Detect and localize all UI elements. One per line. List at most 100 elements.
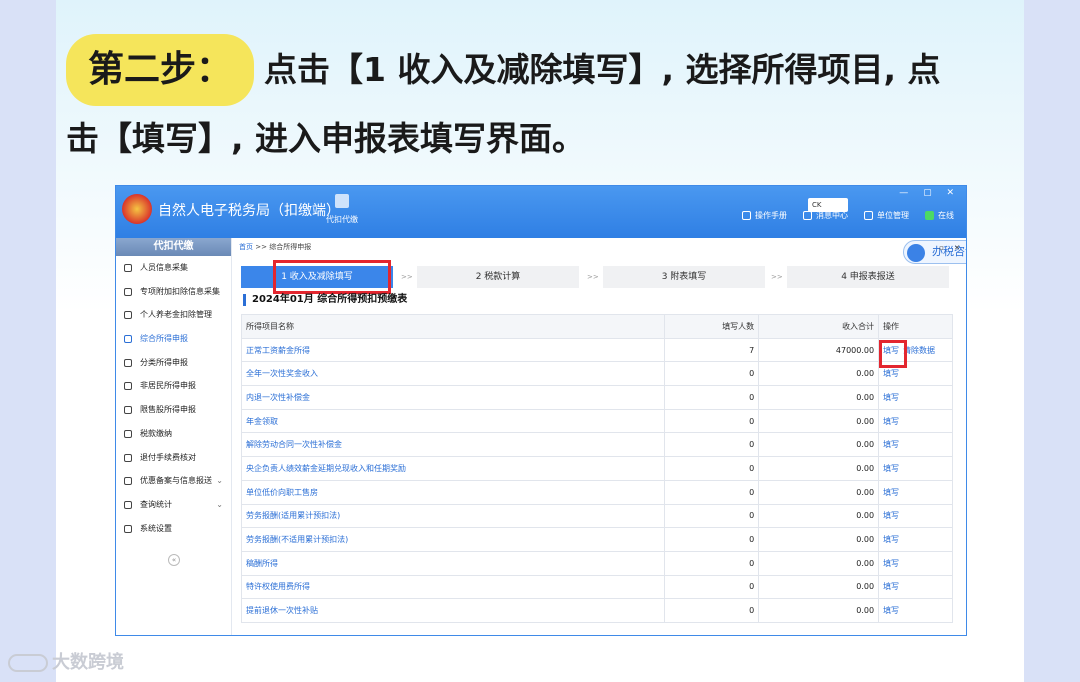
filled-count: 0 — [664, 456, 760, 481]
sidebar: 代扣代缴 人员信息采集 专项附加扣除信息采集 个人养老金扣除管理 综合所得申报 … — [116, 238, 232, 635]
fill-button[interactable]: 填写 — [883, 488, 899, 497]
table-row: 央企负责人绩效薪金延期兑现收入和任期奖励 0 0.00 填写 — [240, 456, 953, 481]
table-row: 劳务报酬(适用累计预扣法) 0 0.00 填写 — [240, 503, 953, 529]
filled-count: 0 — [664, 361, 760, 387]
manual-icon — [742, 211, 751, 220]
grid-icon — [124, 287, 132, 296]
sidebar-item-comprehensive[interactable]: 综合所得申报 — [116, 327, 231, 351]
sidebar-item-query[interactable]: 查询统计 ⌄ — [116, 493, 231, 517]
income-item-name[interactable]: 内退一次性补偿金 — [240, 385, 666, 410]
search-icon — [124, 500, 132, 509]
income-item-name[interactable]: 解除劳动合同一次性补偿金 — [240, 432, 666, 458]
income-item-name[interactable]: 稿酬所得 — [240, 550, 666, 576]
income-total: 0.00 — [758, 432, 880, 458]
sidebar-item-refund[interactable]: 退付手续费核对 — [116, 446, 231, 470]
fill-button[interactable]: 填写 — [883, 535, 899, 544]
folder-icon — [124, 429, 132, 438]
highlight-fill-button — [879, 340, 907, 368]
main-panel: 首页 >> 综合所得申报 办税咨询 ▫ ✕ 1 收入及减除填写 >> 2 税款计… — [233, 238, 966, 635]
mail-icon — [803, 211, 812, 220]
sidebar-item-settings[interactable]: 系统设置 — [116, 517, 231, 541]
proxy-label: 代扣代缴 — [326, 215, 358, 224]
sidebar-item-nonresident[interactable]: 非居民所得申报 — [116, 374, 231, 398]
income-item-name[interactable]: 提前退休一次性补贴 — [240, 598, 666, 623]
ops-cell: 填写 — [878, 503, 953, 529]
sidebar-item-person-info[interactable]: 人员信息采集 — [116, 256, 231, 280]
fill-button[interactable]: 填写 — [883, 511, 899, 520]
tax-app-window: 自然人电子税务局（扣缴端） 代扣代缴 CK — ▢ ✕ 操作手册 消息中心 单位… — [115, 185, 967, 636]
col-ops: 操作 — [878, 314, 953, 339]
ops-cell: 填写 — [878, 574, 953, 600]
window-controls[interactable]: — ▢ ✕ — [899, 188, 960, 198]
panel-controls[interactable]: ▫ ✕ — [939, 244, 964, 252]
income-item-name[interactable]: 央企负责人绩效薪金延期兑现收入和任期奖励 — [240, 456, 666, 481]
income-table: 所得项目名称 填写人数 收入合计 操作 正常工资薪金所得 7 47000.00 填写清… — [240, 314, 953, 623]
sidebar-item-special-deduction[interactable]: 专项附加扣除信息采集 — [116, 280, 231, 304]
proxy-nav-button[interactable]: 代扣代缴 — [322, 194, 362, 225]
ops-cell: 填写 — [878, 598, 953, 623]
sidebar-item-pension[interactable]: 个人养老金扣除管理 — [116, 303, 231, 327]
income-total: 0.00 — [758, 550, 880, 576]
manual-button[interactable]: 操作手册 — [742, 210, 787, 221]
step-schedule[interactable]: 3 附表填写 — [603, 266, 765, 288]
sidebar-item-preferential[interactable]: 优惠备案与信息报送 ⌄ — [116, 469, 231, 493]
online-status[interactable]: 在线 — [925, 210, 954, 221]
fill-button[interactable]: 填写 — [883, 464, 899, 473]
tax-emblem-icon — [122, 194, 152, 224]
highlight-step-box — [273, 260, 391, 294]
step-submit[interactable]: 4 申报表报送 — [787, 266, 949, 288]
clear-data-button[interactable]: 清除数据 — [903, 346, 935, 355]
fill-button[interactable]: 填写 — [883, 369, 899, 378]
income-item-name[interactable]: 单位低价向职工售房 — [240, 479, 666, 505]
sidebar-item-restricted-stock[interactable]: 限售股所得申报 — [116, 398, 231, 422]
table-row: 正常工资薪金所得 7 47000.00 填写 清除数据 — [240, 337, 953, 363]
fill-button[interactable]: 填写 — [883, 582, 899, 591]
table-row: 全年一次性奖金收入 0 0.00 填写 — [240, 361, 953, 387]
ops-cell: 填写 — [878, 550, 953, 576]
col-total: 收入合计 — [758, 314, 880, 339]
sidebar-item-tax-payment[interactable]: 税款缴纳 — [116, 422, 231, 446]
income-item-name[interactable]: 劳务报酬(适用累计预扣法) — [240, 503, 666, 529]
table-row: 提前退休一次性补贴 0 0.00 填写 — [240, 598, 953, 623]
income-item-name[interactable]: 全年一次性奖金收入 — [240, 361, 666, 387]
message-center-button[interactable]: 消息中心 — [803, 210, 848, 221]
fill-button[interactable]: 填写 — [883, 440, 899, 449]
income-total: 47000.00 — [758, 337, 880, 363]
table-row: 内退一次性补偿金 0 0.00 填写 — [240, 385, 953, 410]
card-icon — [124, 311, 132, 320]
unit-management-button[interactable]: 单位管理 — [864, 210, 909, 221]
breadcrumb-current: >> 综合所得申报 — [255, 243, 312, 251]
title-bar: 自然人电子税务局（扣缴端） 代扣代缴 CK — ▢ ✕ 操作手册 消息中心 单位… — [116, 186, 966, 238]
income-item-name[interactable]: 特许权使用费所得 — [240, 574, 666, 600]
income-total: 0.00 — [758, 598, 880, 623]
income-item-name[interactable]: 劳务报酬(不适用累计预扣法) — [240, 527, 666, 552]
step-label: 第二步： — [66, 34, 255, 106]
filled-count: 7 — [664, 337, 760, 363]
ops-cell: 填写 — [878, 385, 953, 410]
filled-count: 0 — [664, 574, 760, 600]
fill-button[interactable]: 填写 — [883, 606, 899, 615]
fill-button[interactable]: 填写 — [883, 393, 899, 402]
table-row: 稿酬所得 0 0.00 填写 — [240, 550, 953, 576]
income-total: 0.00 — [758, 408, 880, 434]
ops-cell: 填写 — [878, 479, 953, 505]
ops-cell: 填写 — [878, 456, 953, 481]
income-item-name[interactable]: 正常工资薪金所得 — [240, 337, 666, 363]
fill-button[interactable]: 填写 — [883, 559, 899, 568]
collapse-sidebar-button[interactable]: « — [168, 554, 180, 566]
sidebar-item-category[interactable]: 分类所得申报 — [116, 351, 231, 375]
income-total: 0.00 — [758, 527, 880, 552]
fill-button[interactable]: 填写 — [883, 417, 899, 426]
building-icon — [864, 211, 873, 220]
logo-icon — [8, 654, 48, 672]
chevron-down-icon: ⌄ — [216, 499, 223, 509]
income-total: 0.00 — [758, 479, 880, 505]
filled-count: 0 — [664, 432, 760, 458]
clock-icon — [124, 358, 132, 367]
breadcrumb-home[interactable]: 首页 — [239, 243, 253, 251]
income-item-name[interactable]: 年金领取 — [240, 408, 666, 434]
instruction-heading: 第二步： 点击【1 收入及减除填写】, 选择所得项目, 点击【填写】, 进入申报表… — [66, 34, 966, 172]
step-tax-calc[interactable]: 2 税款计算 — [417, 266, 579, 288]
income-total: 0.00 — [758, 456, 880, 481]
filled-count: 0 — [664, 408, 760, 434]
